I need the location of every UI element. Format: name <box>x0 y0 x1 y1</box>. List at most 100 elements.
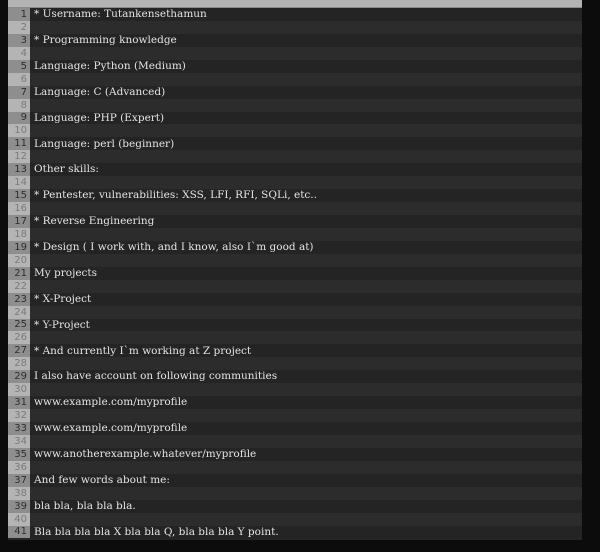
line-number: 16 <box>8 202 30 215</box>
line-text: Other skills: <box>34 163 99 176</box>
editor-line[interactable]: 4 <box>8 46 582 60</box>
editor-line[interactable]: 12 <box>8 150 582 164</box>
line-text: Language: Python (Medium) <box>34 59 186 72</box>
editor-line[interactable]: 41 Bla bla bla bla X bla bla Q, bla bla b… <box>8 525 582 539</box>
text-editor[interactable]: 1 * Username: Tutankensethamun 2 3 * Program… <box>8 8 582 540</box>
line-text: www.anotherexample.whatever/myprofile <box>34 448 257 461</box>
editor-line[interactable]: 8 <box>8 98 582 112</box>
editor-line[interactable]: 15 * Pentester, vulnerabilities: XSS, LFI… <box>8 189 582 203</box>
line-number: 25 <box>8 318 30 332</box>
editor-line[interactable]: 23 * X-Project <box>8 292 582 306</box>
line-number: 22 <box>8 279 30 293</box>
line-text: * Username: Tutankensethamun <box>34 8 207 21</box>
editor-line[interactable]: 34 <box>8 434 582 448</box>
line-number: 24 <box>8 305 30 319</box>
line-number: 11 <box>8 137 30 151</box>
editor-line[interactable]: 33 www.example.com/myprofile <box>8 422 582 435</box>
line-number: 3 <box>8 33 30 47</box>
line-number: 15 <box>8 189 30 203</box>
editor-line[interactable]: 14 <box>8 176 582 190</box>
editor-line[interactable]: 31 www.example.com/myprofile <box>8 396 582 410</box>
editor-line[interactable]: 29 I also have account on following commu… <box>8 370 582 384</box>
editor-line[interactable]: 20 <box>8 253 582 267</box>
line-number: 33 <box>8 422 30 435</box>
editor-line[interactable]: 35 www.anotherexample.whatever/myprofile <box>8 447 582 461</box>
editor-line[interactable]: 7 Language: C (Advanced) <box>8 85 582 99</box>
line-number: 26 <box>8 331 30 345</box>
editor-line[interactable]: 38 <box>8 486 582 500</box>
line-number: 9 <box>8 111 30 125</box>
line-number: 38 <box>8 486 30 500</box>
line-text: * Reverse Engineering <box>34 215 155 228</box>
editor-line[interactable]: 13 Other skills: <box>8 163 582 177</box>
editor-line[interactable]: 18 <box>8 227 582 241</box>
line-number: 8 <box>8 98 30 112</box>
editor-line[interactable]: 26 <box>8 331 582 345</box>
editor-line[interactable]: 1 * Username: Tutankensethamun <box>8 8 582 21</box>
editor-line[interactable]: 16 <box>8 202 582 215</box>
line-number: 6 <box>8 72 30 86</box>
line-number: 39 <box>8 499 30 513</box>
editor-line[interactable]: 25 * Y-Project <box>8 318 582 332</box>
line-number: 41 <box>8 525 30 539</box>
line-number: 21 <box>8 266 30 280</box>
editor-line[interactable]: 37 And few words about me: <box>8 473 582 487</box>
line-number: 1 <box>8 8 30 21</box>
line-number: 36 <box>8 460 30 474</box>
line-text: * Pentester, vulnerabilities: XSS, LFI, … <box>34 189 317 202</box>
line-text: Bla bla bla bla X bla bla Q, bla bla bla… <box>34 525 279 538</box>
editor-line[interactable]: 32 <box>8 409 582 422</box>
line-number: 37 <box>8 473 30 487</box>
line-text: My projects <box>34 266 98 279</box>
line-text: www.example.com/myprofile <box>34 422 188 435</box>
line-number: 10 <box>8 124 30 138</box>
line-number: 28 <box>8 357 30 371</box>
line-text: And few words about me: <box>34 473 170 486</box>
line-number: 18 <box>8 227 30 241</box>
editor-line[interactable]: 28 <box>8 357 582 371</box>
editor-line[interactable]: 39 bla bla, bla bla bla. <box>8 499 582 513</box>
line-number: 40 <box>8 512 30 526</box>
editor-line[interactable]: 17 * Reverse Engineering <box>8 215 582 228</box>
line-number: 29 <box>8 370 30 384</box>
editor-line[interactable]: 22 <box>8 279 582 293</box>
editor-line[interactable]: 6 <box>8 72 582 86</box>
line-number: 31 <box>8 396 30 410</box>
line-number: 27 <box>8 344 30 358</box>
editor-line[interactable]: 3 * Programming knowledge <box>8 33 582 47</box>
line-text: www.example.com/myprofile <box>34 396 188 409</box>
editor-top-bar <box>8 0 582 8</box>
line-number: 30 <box>8 383 30 397</box>
editor-line[interactable]: 27 * And currently I`m working at Z proje… <box>8 344 582 358</box>
line-number: 2 <box>8 20 30 34</box>
line-number: 5 <box>8 59 30 73</box>
line-text: * Programming knowledge <box>34 34 177 47</box>
editor-line[interactable]: 10 <box>8 124 582 138</box>
line-number: 17 <box>8 215 30 228</box>
editor-line[interactable]: 40 <box>8 512 582 526</box>
line-number: 34 <box>8 434 30 448</box>
line-number: 7 <box>8 85 30 99</box>
editor-line[interactable]: 11 Language: perl (beginner) <box>8 137 582 151</box>
line-text: Language: perl (beginner) <box>34 137 175 150</box>
line-number: 4 <box>8 46 30 60</box>
line-number: 19 <box>8 240 30 254</box>
line-number: 20 <box>8 253 30 267</box>
line-text: I also have account on following communi… <box>34 370 278 383</box>
line-text: * Y-Project <box>34 318 90 331</box>
editor-line[interactable]: 2 <box>8 20 582 34</box>
line-number: 14 <box>8 176 30 190</box>
editor-line[interactable]: 36 <box>8 460 582 474</box>
line-text: Language: PHP (Expert) <box>34 111 165 124</box>
editor-line[interactable]: 24 <box>8 305 582 319</box>
line-number: 32 <box>8 409 30 422</box>
line-text: Language: C (Advanced) <box>34 85 166 98</box>
line-text: * And currently I`m working at Z project <box>34 344 252 357</box>
editor-line[interactable]: 30 <box>8 383 582 397</box>
editor-line[interactable]: 5 Language: Python (Medium) <box>8 59 582 73</box>
line-text: * Design ( I work with, and I know, also… <box>34 241 314 254</box>
editor-line[interactable]: 21 My projects <box>8 266 582 280</box>
line-number: 35 <box>8 447 30 461</box>
editor-line[interactable]: 19 * Design ( I work with, and I know, al… <box>8 240 582 254</box>
editor-line[interactable]: 9 Language: PHP (Expert) <box>8 111 582 125</box>
